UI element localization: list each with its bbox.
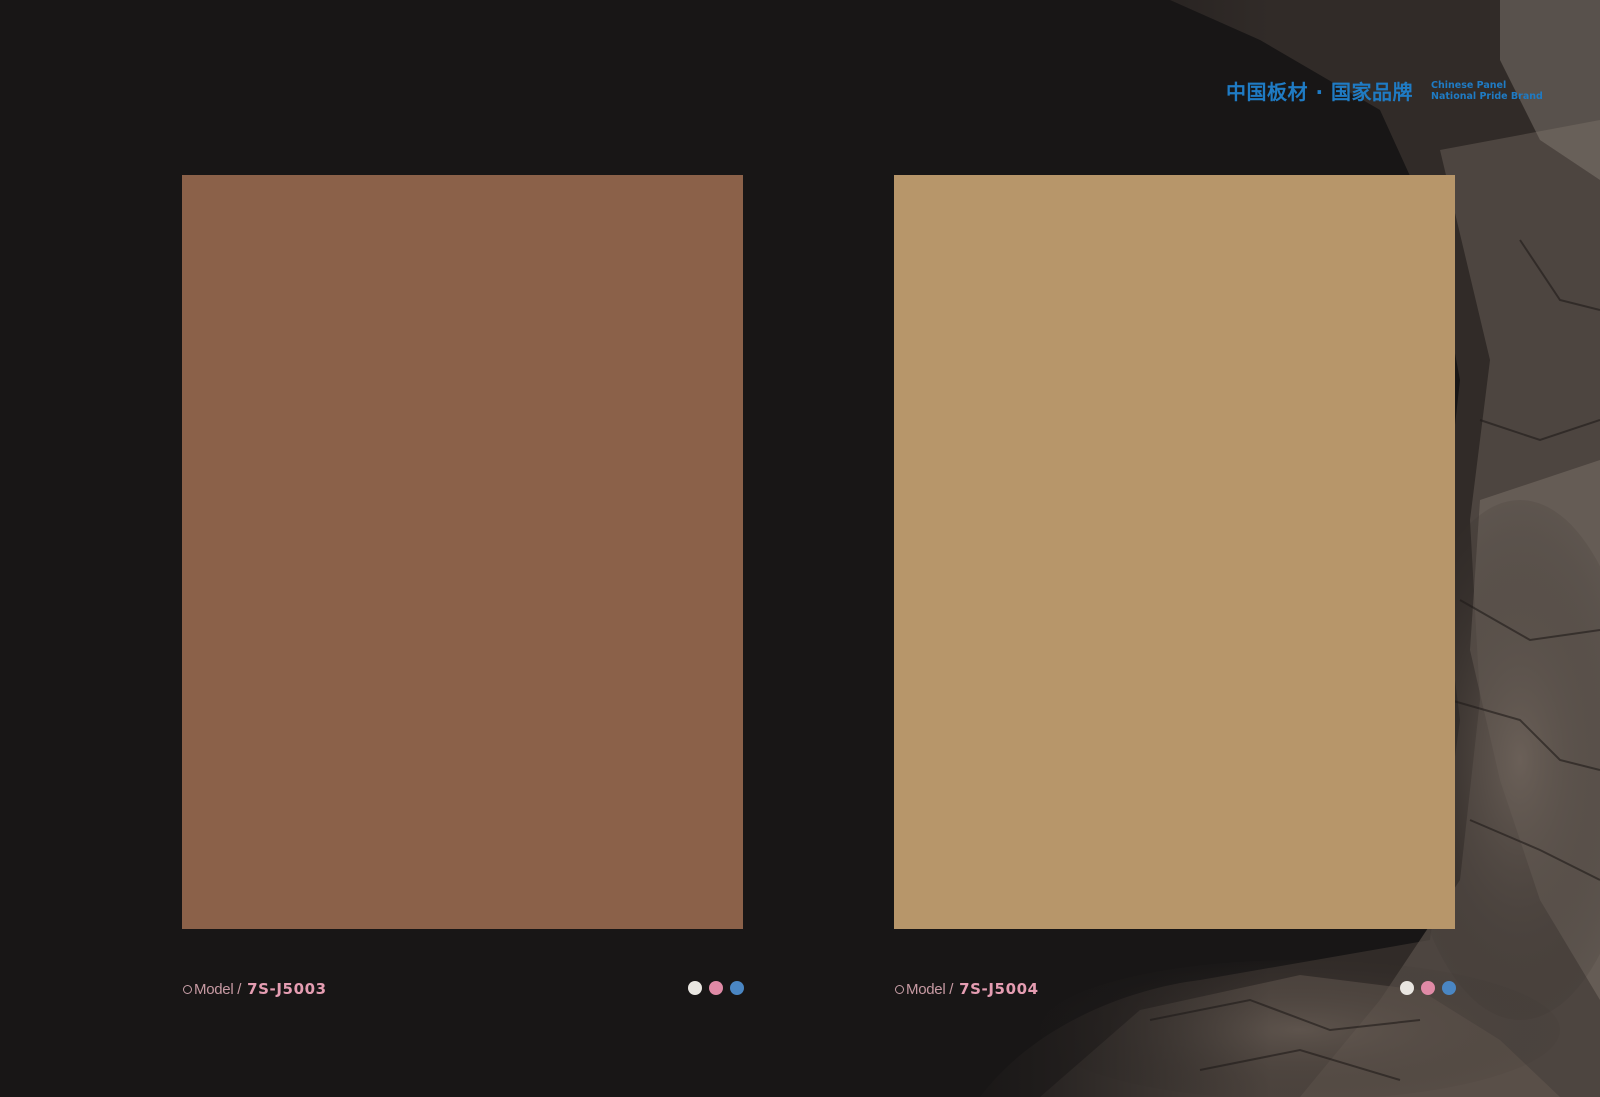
brand-slogan-en-line1: Chinese Panel (1431, 79, 1507, 91)
ring-bullet-icon (895, 984, 904, 994)
color-swatch-7s-j5004 (894, 175, 1455, 929)
color-dot-blue (730, 981, 744, 995)
brand-slogan-en: Chinese Panel National Pride Brand (1431, 80, 1543, 102)
model-code: 7S-J5004 (959, 980, 1039, 998)
brand-slogan-en-line2: National Pride Brand (1431, 90, 1543, 102)
color-dot-white (688, 981, 702, 995)
color-dot-pink (709, 981, 723, 995)
color-swatch-7s-j5003 (182, 175, 743, 929)
color-dot-pink (1421, 981, 1435, 995)
color-dots (1400, 981, 1456, 995)
model-caption: Model / 7S-J5003 (183, 978, 327, 1000)
color-dot-white (1400, 981, 1414, 995)
model-caption: Model / 7S-J5004 (895, 978, 1039, 1000)
catalog-page: 中国板材 · 国家品牌 Chinese Panel National Pride… (0, 0, 1600, 1097)
brand-slogan-cn: 中国板材 · 国家品牌 (1226, 80, 1414, 104)
model-label: Model / (194, 980, 242, 998)
model-label: Model / (906, 980, 954, 998)
color-dots (688, 981, 744, 995)
brand-header: 中国板材 · 国家品牌 Chinese Panel National Pride… (1226, 76, 1543, 105)
ring-bullet-icon (183, 984, 192, 994)
model-code: 7S-J5003 (247, 980, 327, 998)
color-dot-blue (1442, 981, 1456, 995)
